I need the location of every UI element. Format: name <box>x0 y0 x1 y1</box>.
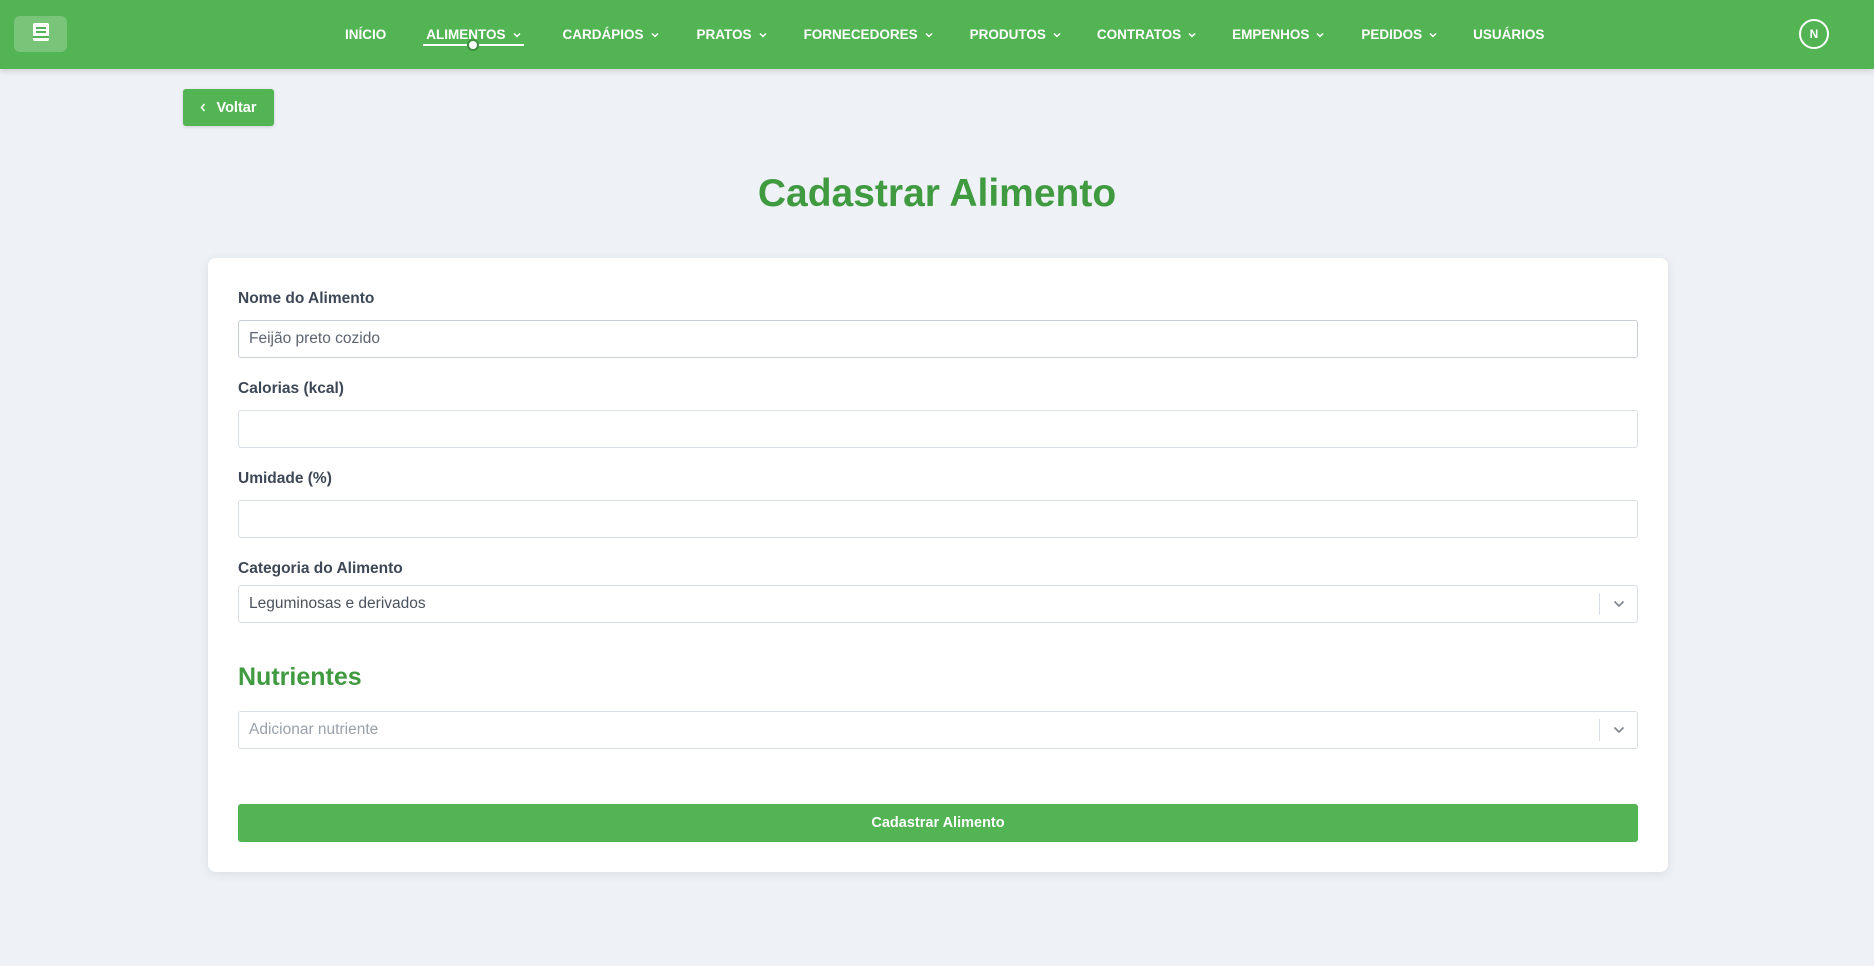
chevron-down-icon <box>925 32 933 38</box>
back-button[interactable]: Voltar <box>183 89 274 126</box>
calories-input[interactable] <box>238 410 1638 448</box>
humidity-input[interactable] <box>238 500 1638 538</box>
nav-item-pratos[interactable]: PRATOS <box>697 0 767 69</box>
chevron-down-icon[interactable] <box>1600 600 1637 608</box>
nav-item-cardapios[interactable]: CARDÁPIOS <box>563 0 659 69</box>
home-logo-button[interactable] <box>14 16 67 52</box>
nav-item-produtos[interactable]: PRODUTOS <box>970 0 1061 69</box>
nav-item-label: USUÁRIOS <box>1473 27 1545 42</box>
chevron-down-icon <box>1188 32 1196 38</box>
category-label: Categoria do Alimento <box>238 560 403 577</box>
chevron-down-icon[interactable] <box>1600 726 1637 734</box>
user-avatar[interactable]: N <box>1799 19 1829 49</box>
nav-item-fornecedores[interactable]: FORNECEDORES <box>804 0 933 69</box>
avatar-initial: N <box>1809 27 1819 41</box>
category-select[interactable]: Leguminosas e derivados <box>238 585 1638 623</box>
chevron-down-icon <box>1053 32 1061 38</box>
chevron-down-icon <box>513 32 521 38</box>
nav-item-label: PRATOS <box>696 27 752 42</box>
book-icon <box>32 22 50 47</box>
nutrient-select-placeholder: Adicionar nutriente <box>249 721 379 738</box>
chevron-down-icon <box>651 32 659 38</box>
nav-item-usuarios[interactable]: USUÁRIOS <box>1473 0 1544 69</box>
active-indicator-dot <box>467 39 480 51</box>
nutrients-title: Nutrientes <box>238 663 362 691</box>
back-button-label: Voltar <box>216 99 257 116</box>
submit-button[interactable]: Cadastrar Alimento <box>238 804 1638 842</box>
category-selected-value: Leguminosas e derivados <box>249 595 426 612</box>
calories-label: Calorias (kcal) <box>238 380 344 397</box>
food-name-label: Nome do Alimento <box>238 290 375 307</box>
chevron-left-icon <box>200 100 206 116</box>
form-card: Nome do Alimento Calorias (kcal) Umidade… <box>208 258 1668 872</box>
nav-item-inicio[interactable]: INÍCIO <box>345 0 386 69</box>
nav-item-label: CONTRATOS <box>1096 27 1182 42</box>
nav-item-label: CARDÁPIOS <box>562 27 644 42</box>
main-nav: INÍCIO ALIMENTOS CARDÁPIOS PRATOS FORNEC… <box>345 0 1544 69</box>
chevron-down-icon <box>759 32 767 38</box>
nav-item-alimentos[interactable]: ALIMENTOS <box>423 0 524 69</box>
nav-item-label: ALIMENTOS <box>426 27 506 42</box>
nav-item-contratos[interactable]: CONTRATOS <box>1097 0 1196 69</box>
nav-item-pedidos[interactable]: PEDIDOS <box>1361 0 1437 69</box>
nav-item-label: INÍCIO <box>345 27 387 42</box>
nav-item-empenhos[interactable]: EMPENHOS <box>1232 0 1324 69</box>
nav-item-label: PRODUTOS <box>969 27 1046 42</box>
nav-item-label: FORNECEDORES <box>803 27 918 42</box>
submit-button-label: Cadastrar Alimento <box>871 815 1005 831</box>
chevron-down-icon <box>1429 32 1437 38</box>
nutrient-select[interactable]: Adicionar nutriente <box>238 711 1638 749</box>
nav-item-label: PEDIDOS <box>1361 27 1423 42</box>
nav-item-label: EMPENHOS <box>1232 27 1310 42</box>
page-title: Cadastrar Alimento <box>757 172 1117 215</box>
food-name-input[interactable] <box>238 320 1638 358</box>
humidity-label: Umidade (%) <box>238 470 332 487</box>
chevron-down-icon <box>1316 32 1324 38</box>
top-navbar: INÍCIO ALIMENTOS CARDÁPIOS PRATOS FORNEC… <box>0 0 1874 69</box>
